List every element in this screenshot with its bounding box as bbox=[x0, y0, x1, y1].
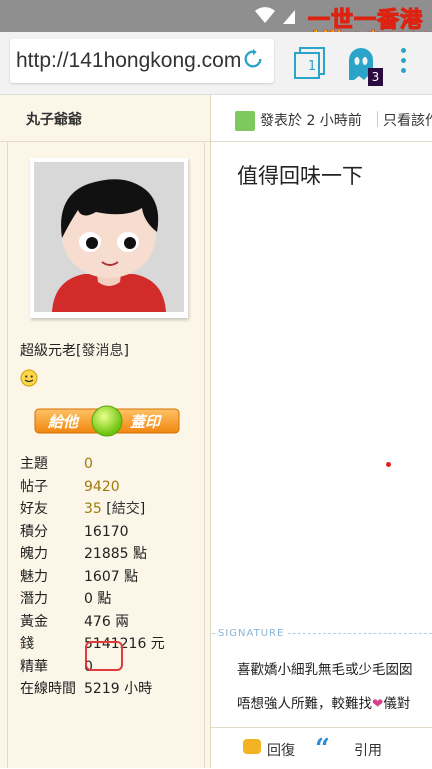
reply-icon[interactable] bbox=[243, 739, 261, 754]
signature-line-1: 喜歡嬌小細乳無毛或少毛囡囡 bbox=[237, 662, 413, 678]
stat-label: 積分 bbox=[20, 523, 48, 540]
stat-row: 潛力 0 點 bbox=[20, 589, 200, 612]
header-divider bbox=[377, 111, 378, 127]
stat-value: 21885 點 bbox=[84, 546, 147, 562]
stat-value: 476 兩 bbox=[84, 613, 130, 630]
cartoon-avatar-icon bbox=[34, 162, 184, 312]
send-message-link[interactable]: 發消息 bbox=[81, 343, 123, 359]
stat-row: 主題 0 bbox=[20, 454, 200, 477]
stat-row: 魅力 1607 點 bbox=[20, 567, 200, 590]
post-header: 發表於 2 小時前 只看該作者 bbox=[211, 95, 432, 142]
stat-label: 帖子 bbox=[20, 478, 48, 495]
signal-icon bbox=[283, 10, 295, 24]
avatar[interactable] bbox=[30, 158, 188, 318]
rank-label: 超級元老 bbox=[20, 343, 76, 359]
overflow-menu-icon[interactable] bbox=[396, 48, 410, 78]
stat-row: 在線時間 5219 小時 bbox=[20, 679, 200, 702]
wifi-icon bbox=[255, 7, 275, 23]
stamp-label: 蓋印 bbox=[130, 413, 161, 431]
heart-icon: ❤ bbox=[372, 696, 384, 712]
stat-value-group: 35 [結交] bbox=[84, 501, 146, 517]
post-time: 發表於 2 小時前 bbox=[260, 113, 362, 129]
stat-row: 帖子 9420 bbox=[20, 477, 200, 500]
give-label: 給他 bbox=[48, 413, 79, 431]
avatar-image bbox=[34, 162, 184, 312]
stat-row: 好友 35 [結交] bbox=[20, 499, 200, 522]
stat-value: 0 點 bbox=[84, 591, 112, 607]
url-text[interactable]: http://141hongkong.com bbox=[16, 49, 246, 73]
stat-row: 黃金 476 兩 bbox=[20, 612, 200, 635]
stat-value: 5219 小時 bbox=[84, 681, 153, 697]
online-status-icon bbox=[235, 111, 255, 131]
stat-label: 黃金 bbox=[20, 613, 48, 630]
browser-toolbar: http://141hongkong.com 1 3 bbox=[0, 32, 432, 95]
post-content: 值得回味一下 bbox=[237, 164, 363, 188]
stat-label: 精華 bbox=[20, 658, 48, 675]
stat-value: 16170 bbox=[84, 523, 129, 540]
stat-value[interactable]: 9420 bbox=[84, 477, 120, 497]
signature-line-2: 唔想強人所難，較難找❤儀對 bbox=[237, 692, 410, 712]
highlight-annotation bbox=[85, 641, 123, 671]
red-dot-mark bbox=[386, 462, 391, 467]
stat-label: 潛力 bbox=[20, 591, 48, 607]
stat-value: 1607 點 bbox=[84, 568, 139, 585]
signature-text-b: 儀對 bbox=[383, 696, 411, 712]
stat-label: 在線時間 bbox=[20, 681, 76, 697]
quote-button[interactable]: 引用 bbox=[354, 740, 382, 760]
stat-label: 魅力 bbox=[20, 568, 48, 585]
url-bar[interactable]: http://141hongkong.com bbox=[10, 39, 274, 83]
tab-count[interactable]: 1 bbox=[303, 59, 321, 74]
give-stamp-button[interactable]: 給他 蓋印 bbox=[34, 405, 180, 437]
stat-label: 主題 bbox=[20, 456, 48, 472]
view-author-only-link[interactable]: 只看該作者 bbox=[383, 110, 432, 130]
author-header: 丸子爺爺 bbox=[0, 95, 210, 142]
signature-label: SIGNATURE bbox=[218, 628, 289, 639]
signature-text-a: 唔想強人所難，較難找 bbox=[237, 696, 372, 712]
user-rank: 超級元老[發消息] bbox=[20, 343, 129, 359]
ghostery-badge: 3 bbox=[368, 68, 383, 86]
reply-button[interactable]: 回復 bbox=[267, 740, 295, 760]
add-friend-link[interactable]: 結交 bbox=[112, 501, 140, 517]
stat-value[interactable]: 0 bbox=[84, 454, 93, 474]
stat-label: 錢 bbox=[20, 636, 34, 652]
stat-label: 好友 bbox=[20, 501, 48, 517]
quote-icon[interactable]: “ bbox=[315, 734, 330, 764]
stat-label: 魄力 bbox=[20, 546, 48, 562]
reload-icon[interactable] bbox=[242, 48, 264, 70]
smiley-icon bbox=[20, 369, 38, 387]
stat-row: 魄力 21885 點 bbox=[20, 544, 200, 567]
stat-value[interactable]: 35 bbox=[84, 501, 102, 517]
stat-row: 積分 16170 bbox=[20, 522, 200, 545]
post-actions: 回復 “ 引用 bbox=[211, 727, 432, 769]
author-username[interactable]: 丸子爺爺 bbox=[26, 109, 82, 129]
